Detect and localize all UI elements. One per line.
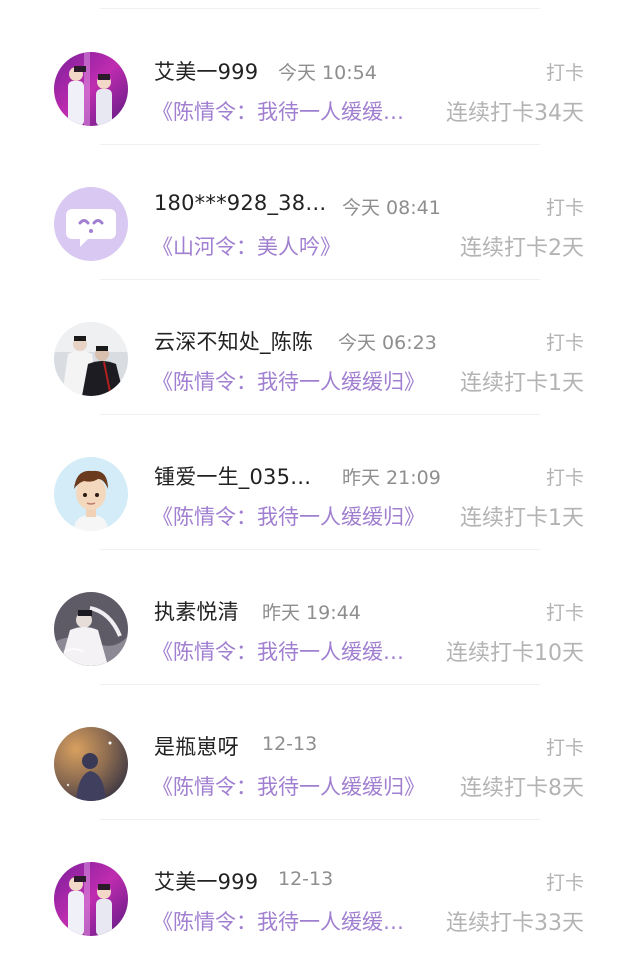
checkin-time: 今天 10:54 <box>278 62 377 84</box>
list-item[interactable]: 执素悦清 昨天 19:44 打卡 《陈情令：我待一人缓缓… 连续打卡10天 <box>0 540 640 685</box>
list-item[interactable]: 艾美一999 今天 10:54 打卡 《陈情令：我待一人缓缓… 连续打卡34天 <box>0 0 640 145</box>
book-title-link[interactable]: 《陈情令：我待一人缓缓… <box>152 636 404 666</box>
night-sky-avatar-image <box>54 727 128 801</box>
default-cartoon-avatar-image <box>54 187 128 261</box>
checkin-label: 打卡 <box>545 332 584 354</box>
avatar[interactable] <box>54 187 128 261</box>
user-name[interactable]: 艾美一999 <box>154 56 258 86</box>
checkin-label: 打卡 <box>545 197 584 219</box>
book-title-link[interactable]: 《陈情令：我待一人缓缓… <box>152 906 404 936</box>
streak-count: 连续打卡34天 <box>446 101 584 126</box>
list-item[interactable]: 云深不知处_陈陈 今天 06:23 打卡 《陈情令：我待一人缓缓归》 连续打卡1… <box>0 270 640 415</box>
checkin-label: 打卡 <box>545 467 584 489</box>
idol-photo-avatar-image <box>54 862 128 936</box>
checkin-label: 打卡 <box>545 737 584 759</box>
book-title-link[interactable]: 《陈情令：我待一人缓缓归》 <box>152 366 425 396</box>
streak-count: 连续打卡2天 <box>460 236 584 261</box>
checkin-label: 打卡 <box>545 62 584 84</box>
ink-painting-avatar-image <box>54 592 128 666</box>
avatar[interactable] <box>54 727 128 801</box>
list-item[interactable]: 是瓶崽呀 12-13 打卡 《陈情令：我待一人缓缓归》 连续打卡8天 <box>0 675 640 820</box>
checkin-time: 今天 08:41 <box>342 197 441 219</box>
user-name[interactable]: 是瓶崽呀 <box>154 731 239 761</box>
cartoon-boy-avatar-image <box>54 457 128 531</box>
checkin-time: 昨天 19:44 <box>262 602 361 624</box>
streak-count: 连续打卡8天 <box>460 776 584 801</box>
book-title-link[interactable]: 《陈情令：我待一人缓缓归》 <box>152 771 425 801</box>
streak-count: 连续打卡1天 <box>460 371 584 396</box>
list-item[interactable]: 艾美一999 12-13 打卡 《陈情令：我待一人缓缓… 连续打卡33天 <box>0 810 640 945</box>
list-item[interactable]: 180***928_38… 今天 08:41 打卡 《山河令：美人吟》 连续打卡… <box>0 135 640 280</box>
user-name[interactable]: 艾美一999 <box>154 866 258 896</box>
avatar[interactable] <box>54 52 128 126</box>
checkin-time: 今天 06:23 <box>338 332 437 354</box>
book-title-link[interactable]: 《陈情令：我待一人缓缓… <box>152 96 404 126</box>
list-item[interactable]: 锺爱一生_035… 昨天 21:09 打卡 《陈情令：我待一人缓缓归》 连续打卡… <box>0 405 640 550</box>
checkin-label: 打卡 <box>545 602 584 624</box>
user-name[interactable]: 云深不知处_陈陈 <box>154 326 313 356</box>
checkin-time: 12-13 <box>262 733 318 755</box>
streak-count: 连续打卡33天 <box>446 911 584 936</box>
avatar[interactable] <box>54 862 128 936</box>
book-title-link[interactable]: 《陈情令：我待一人缓缓归》 <box>152 501 425 531</box>
checkin-time: 12-13 <box>278 868 334 890</box>
user-name[interactable]: 锺爱一生_035… <box>154 461 311 491</box>
streak-count: 连续打卡10天 <box>446 641 584 666</box>
book-title-link[interactable]: 《山河令：美人吟》 <box>152 231 341 261</box>
user-name[interactable]: 执素悦清 <box>154 596 239 626</box>
user-name[interactable]: 180***928_38… <box>154 191 327 215</box>
checkin-label: 打卡 <box>545 872 584 894</box>
avatar[interactable] <box>54 457 128 531</box>
drama-poster-avatar-image <box>54 322 128 396</box>
avatar[interactable] <box>54 592 128 666</box>
streak-count: 连续打卡1天 <box>460 506 584 531</box>
avatar[interactable] <box>54 322 128 396</box>
checkin-time: 昨天 21:09 <box>342 467 441 489</box>
idol-photo-avatar-image <box>54 52 128 126</box>
